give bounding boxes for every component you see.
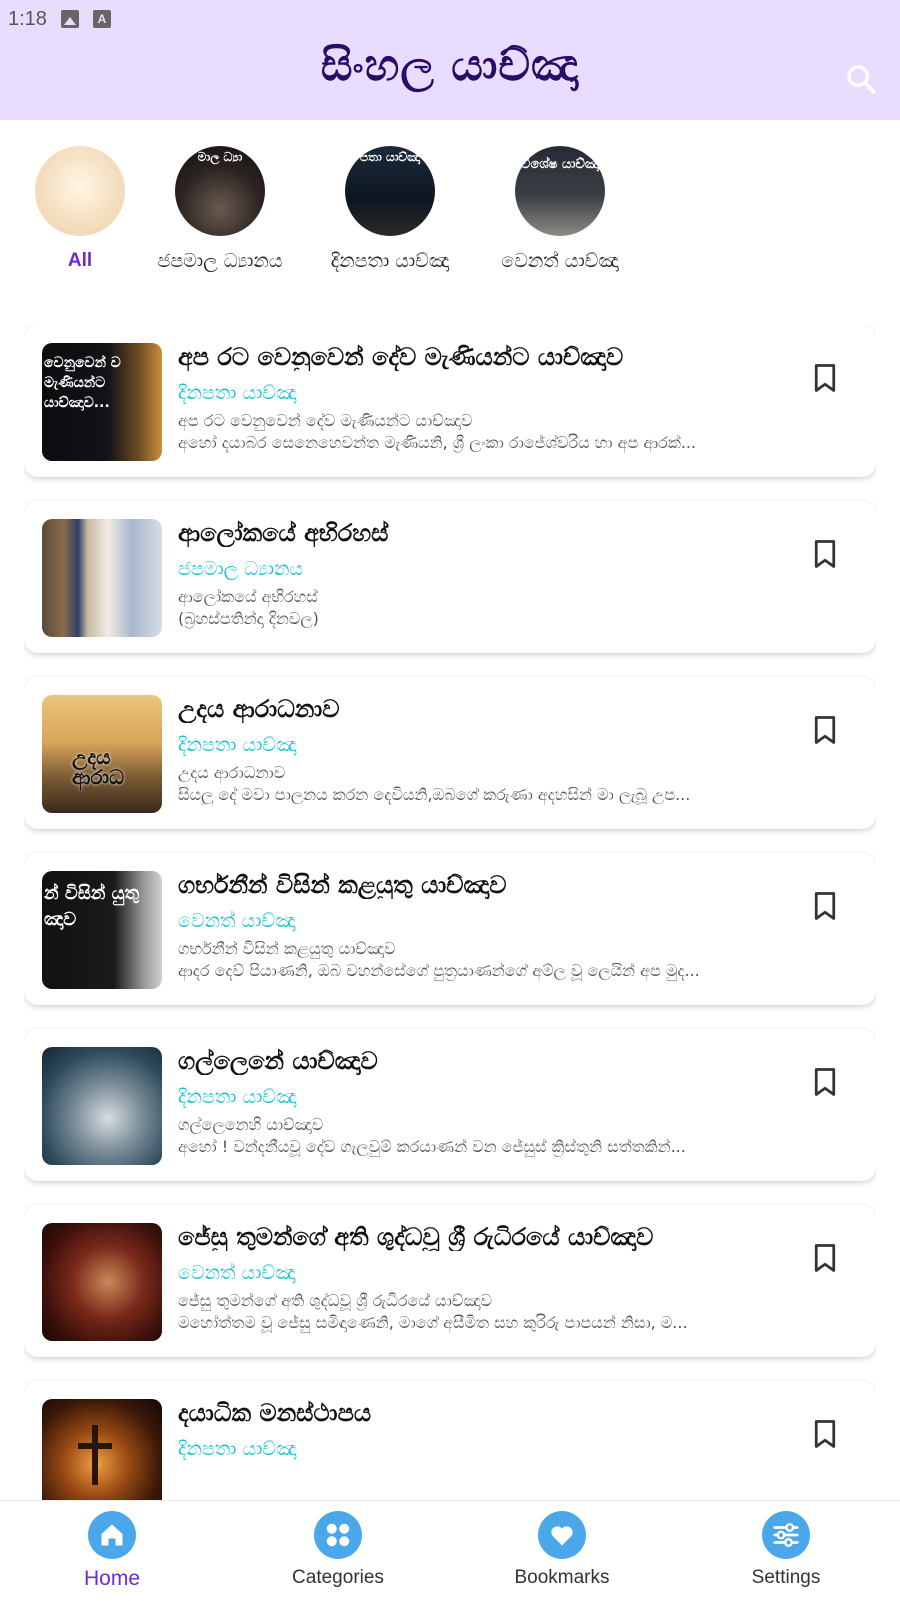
search-icon[interactable] [844,62,878,96]
bookmark-icon[interactable] [812,539,838,569]
category-thumbnail: මාල ධ්‍යා [175,146,265,236]
app-bar: 1:18 A සිංහල යාච්ඤා [0,0,900,120]
prayer-card[interactable]: ජේසු තුමන්ගේ අති ශුද්ධවූ ශ්‍රී රුධිරයේ ය… [24,1205,876,1357]
category-label: වෙනත් යාච්ඤා [501,250,619,272]
nav-settings[interactable]: Settings [706,1511,866,1589]
prayer-title: ජේසු තුමන්ගේ අති ශුද්ධවූ ශ්‍රී රුධිරයේ ය… [178,1223,654,1251]
prayer-excerpt: ආදර දෙව් පියාණනි, ඔබ වහන්සේගේ පුත්‍රයාණන… [178,961,700,980]
heart-icon [538,1511,586,1559]
prayer-card[interactable]: ආලෝකයේ අභිරහස් ජපමාල ධ්‍යානය ආලෝකයේ අභිර… [24,501,876,653]
prayer-title: උදය ආරාධනාව [178,695,340,723]
prayer-title: දයාධික මනස්ථාපය [178,1399,372,1427]
nav-label: Bookmarks [514,1567,610,1588]
prayer-subtitle: උදය ආරාධනාව [178,763,286,782]
home-icon [88,1511,136,1559]
prayer-card[interactable]: ගල්ලෙනේ යාච්ඤාව දිනපතා යාච්ඤා ගල්ලෙනෙහි … [24,1029,876,1181]
prayer-card[interactable]: උදය ආරාධ උදය ආරාධනාව දිනපතා යාච්ඤා උදය ආ… [24,677,876,829]
sliders-icon [762,1511,810,1559]
prayer-excerpt: අහෝ ! වන්දනීයවූ දේව ගැලවුම් කරයාණන් වන ජ… [178,1137,686,1156]
status-time: 1:18 [8,7,47,30]
prayer-subtitle: ගර්භනීන් විසින් කළයුතු යාච්ඤාව [178,939,396,958]
category-label: දිනපතා යාච්ඤා [330,250,450,272]
nav-bookmarks[interactable]: Bookmarks [482,1511,642,1589]
image-notification-icon [60,10,79,28]
prayer-category: දිනපතා යාච්ඤා [178,382,297,404]
prayer-excerpt: සියලු දේ මවා පාලනය කරන දෙවියනි,ඔබගේ කරුණ… [178,785,691,804]
prayer-category: වෙනත් යාච්ඤා [178,1262,296,1284]
prayer-excerpt: (බ්‍රහස්පතින්දා දිනවල) [178,609,319,628]
prayer-thumbnail: වෙනුවෙන් ව මැණියන්ට යාච්ඤාව... [42,343,162,461]
bookmark-icon[interactable] [812,715,838,745]
prayer-subtitle: ගල්ලෙනෙහි යාච්ඤාව [178,1115,324,1134]
prayer-thumbnail: උදය ආරාධ [42,695,162,813]
category-label: All [67,250,93,271]
category-thumbnail: පතා යාච්ඤා [345,146,435,236]
prayer-thumbnail: න් විසින් යුතු ඤාව [42,871,162,989]
prayer-title: ගර්භනීන් විසින් කළයුතු යාච්ඤාව [178,871,507,899]
prayer-subtitle: ආලෝකයේ අභිරහස් [178,587,318,606]
prayer-category: වෙනත් යාච්ඤා [178,910,296,932]
nav-label: Categories [292,1567,384,1588]
app-title: සිංහල යාච්ඤා [320,40,580,91]
prayer-title: ආලෝකයේ අභිරහස් [178,519,389,547]
category-other[interactable]: විශේෂ යාච්ඤා වෙනත් යාච්ඤා [480,146,640,272]
prayer-subtitle: ජේසු තුමන්ගේ අති ශුද්ධවූ ශ්‍රී රුධිරයේ ය… [178,1291,492,1310]
prayer-thumbnail [42,519,162,637]
prayer-card[interactable]: දයාධික මනස්ථාපය දිනපතා යාච්ඤා [24,1381,876,1500]
prayer-card[interactable]: වෙනුවෙන් ව මැණියන්ට යාච්ඤාව... අප රට වෙන… [24,325,876,477]
prayer-excerpt: අහෝ දයාබර සෙනෙහෙවන්ත මැණියනි, ශ්‍රී ලංකා… [178,433,697,452]
nav-categories[interactable]: Categories [258,1511,418,1589]
category-label: ජපමාල ධ්‍යානය [157,250,283,272]
prayer-category: දිනපතා යාච්ඤා [178,1086,297,1108]
bookmark-icon[interactable] [812,891,838,921]
category-japamala[interactable]: මාල ධ්‍යා ජපමාල ධ්‍යානය [140,146,300,272]
bottom-navigation: Home Categories Bookmarks Settings [0,1500,900,1601]
nav-label: Settings [751,1567,821,1588]
prayer-category: ජපමාල ධ්‍යානය [178,558,304,580]
category-thumbnail [35,146,125,236]
prayer-subtitle: අප රට වෙනුවෙන් දේව මැණියන්ට යාච්ඤාව [178,411,473,430]
grid-icon [314,1511,362,1559]
category-all[interactable]: All [35,146,125,272]
prayer-category: දිනපතා යාච්ඤා [178,734,297,756]
prayer-list: වෙනුවෙන් ව මැණියන්ට යාච්ඤාව... අප රට වෙන… [24,325,876,1500]
category-daily[interactable]: පතා යාච්ඤා දිනපතා යාච්ඤා [310,146,470,272]
prayer-thumbnail [42,1223,162,1341]
prayer-title: ගල්ලෙනේ යාච්ඤාව [178,1047,378,1075]
prayer-category: දිනපතා යාච්ඤා [178,1438,297,1460]
nav-label: Home [83,1567,141,1590]
status-bar: 1:18 A [8,6,111,32]
prayer-thumbnail [42,1047,162,1165]
prayer-title: අප රට වෙනුවෙන් දේව මැණියන්ට යාච්ඤාව [178,343,624,371]
a-notification-icon: A [92,10,111,28]
prayer-thumbnail [42,1399,162,1500]
prayer-card[interactable]: න් විසින් යුතු ඤාව ගර්භනීන් විසින් කළයුත… [24,853,876,1005]
category-strip: All මාල ධ්‍යා ජපමාල ධ්‍යානය පතා යාච්ඤා ද… [0,140,900,290]
nav-home[interactable]: Home [32,1511,192,1591]
prayer-excerpt: මහෝත්තම වූ ජේසු සමිඳාණෙනි, මාගේ අසීමිත ස… [178,1313,688,1332]
bookmark-icon[interactable] [812,1067,838,1097]
bookmark-icon[interactable] [812,1419,838,1449]
bookmark-icon[interactable] [812,363,838,393]
category-thumbnail: විශේෂ යාච්ඤා [515,146,605,236]
bookmark-icon[interactable] [812,1243,838,1273]
